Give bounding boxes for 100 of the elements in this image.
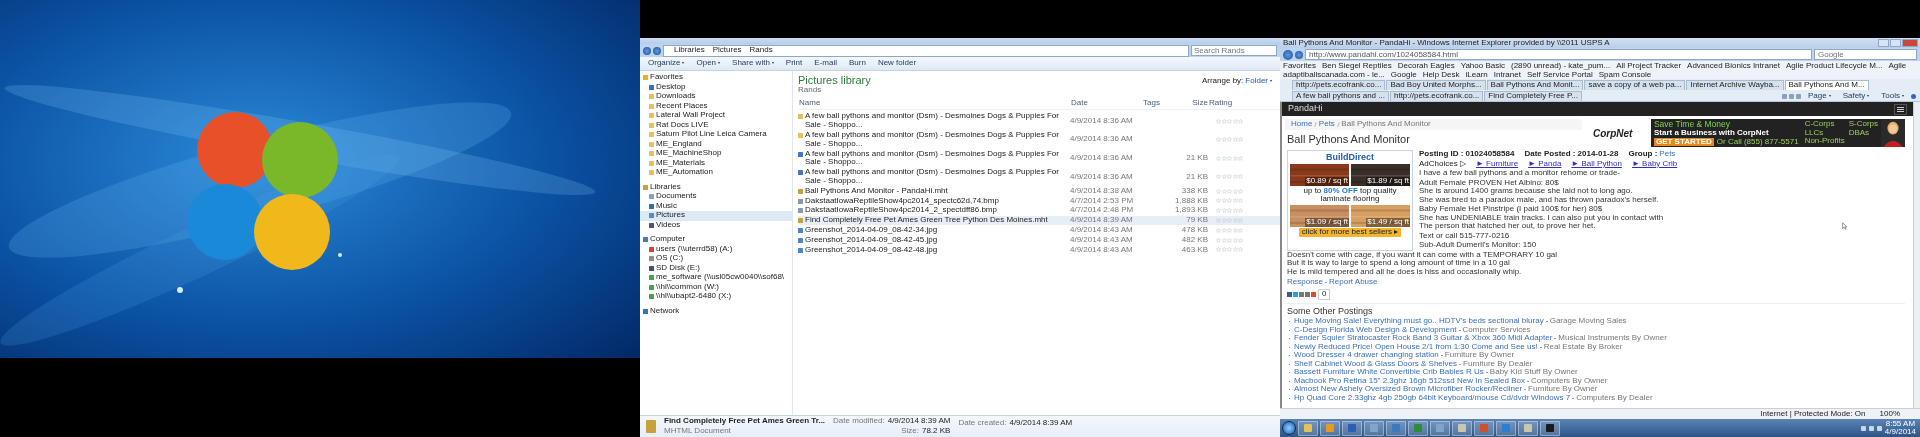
file-row[interactable]: DakstaatIowaReptileShow4pc2014_spectc62d,74.bmp 4/7/2014 2:53 PM 1,888 KB [798,196,1280,206]
ad-panel[interactable]: BuildDirect $0.89 / sq ft $1.89 / sq ft up to 80% OFF top quality laminate flooring $1.09 / sq ft $1.49 / sq ft click for more best sellers ▸ [1287,150,1413,251]
favorite-link[interactable]: All Project Tracker [1616,61,1682,70]
scrollbar[interactable] [1913,102,1920,408]
posting-link[interactable]: Hp Quad Core 2.33ghz 4gb 250gb 64bit Keyboard/mouse Cd/dvdr Windows 7 [1294,393,1571,403]
ad-button[interactable]: click for more best sellers ▸ [1298,227,1402,237]
favorite-link[interactable]: Yahoo Basic [1460,61,1505,70]
nav-item[interactable]: Pictures [640,211,792,221]
browser-tab[interactable]: http://pets.ecofrank.co... [1292,80,1386,90]
command-button[interactable]: Page [1802,91,1836,101]
forward-button[interactable] [653,46,661,55]
nav-item[interactable]: me_software (\\usl05cw0040\\sof68\ [640,273,792,283]
browser-tab[interactable]: Find Completely Free P... [1484,91,1582,101]
column-header[interactable]: Name [798,99,1070,108]
favorite-link[interactable]: Agile Product Lifecycle M... [1786,61,1883,70]
address-bar[interactable]: Libraries Pictures Rands [663,44,1189,57]
favorite-link[interactable]: (2890 unread) - kate_pum... [1511,61,1611,70]
nav-item[interactable]: Documents [640,192,792,202]
nav-item[interactable]: Videos [640,220,792,230]
favorite-link[interactable]: Favorites [1283,61,1316,70]
nav-item[interactable]: ME_Automation [640,168,792,178]
address-field[interactable]: http://www.pandahi.com/1024058584.html [1305,49,1812,60]
minimize-button[interactable] [1878,39,1889,47]
response-link[interactable]: Response [1287,278,1324,287]
file-row[interactable]: Greenshot_2014-04-09_08-42-48.jpg 4/9/2014 8:43 AM 463 KB [798,245,1280,255]
posting-link[interactable]: Shelf Cabinet Wood & Glass Doors & Shelves [1294,359,1458,369]
toolbar-button[interactable]: Organize [643,59,690,68]
favorite-link[interactable]: Intranet [1493,70,1521,79]
report-link[interactable]: Report Abuse [1329,278,1378,287]
favorite-link[interactable]: Ben Siegel Reptiles [1321,61,1392,70]
clock[interactable]: 8:55 AM 4/9/2014 [1884,419,1916,437]
browser-tab[interactable]: Bad Boy United Morphs... [1386,80,1486,90]
ad-link[interactable]: ► Baby Crib [1631,159,1678,169]
nav-item[interactable]: Recent Places [640,101,792,111]
posting-link[interactable]: Macbook Pro Retina 15" 2.3ghz 16gb 512ssd New In Sealed Box [1294,376,1525,386]
search-field[interactable]: Search Rands [1191,45,1277,56]
favorite-link[interactable]: Advanced Bionics Intranet [1687,61,1780,70]
posting-link[interactable]: C-Design Florida Web Design & Development [1294,325,1457,335]
group-link[interactable]: Pets [1659,150,1676,159]
nav-item[interactable]: \\hl\\common (W:) [640,282,792,292]
nav-item[interactable]: ME_MachineShop [640,149,792,159]
favorite-link[interactable]: Help Desk [1422,70,1460,79]
toolbar-button[interactable]: Print [780,59,808,68]
nav-group[interactable]: Libraries [640,182,792,192]
nav-item[interactable]: Desktop [640,82,792,92]
favorite-link[interactable]: Agile [1888,61,1907,70]
file-row[interactable]: A few ball pythons and monitor (Dsm) - Desmoines Dogs & Puppies For Sale - Shoppo... 4/9/2014 8:36 AM 21 KB [798,167,1280,187]
browser-tab[interactable]: Internet Archive Wayba... [1686,80,1784,90]
nav-item[interactable]: ME_Materials [640,158,792,168]
ad-link[interactable]: ► Ball Python [1571,159,1622,169]
file-row[interactable]: Ball Pythons And Monitor - PandaHi.mht 4/9/2014 8:38 AM 338 KB [798,186,1280,197]
file-row[interactable]: A few ball pythons and monitor (Dsm) - Desmoines Dogs & Puppies For Sale - Shoppo... 4/9/2014 8:36 AM 21 KB [798,149,1280,168]
breadcrumb-link[interactable]: Home [1291,120,1313,129]
favorite-link[interactable]: Spam Console [1598,70,1652,79]
file-row[interactable]: A few ball pythons and monitor (Dsm) - Desmoines Dogs & Puppies For Sale - Shoppo... 4/9/2014 8:36 AM [798,130,1280,150]
posting-link[interactable]: Wood Dresser 4 drawer changing station [1294,351,1439,361]
posting-link[interactable]: Bassett Furniture White Convertible Crib Babies R Us [1294,368,1484,378]
zoom-level[interactable]: 100% [1879,409,1900,419]
file-row[interactable]: Greenshot_2014-04-09_08-42-45.jpg 4/9/2014 8:43 AM 482 KB [798,235,1280,246]
favorite-link[interactable]: Google [1390,70,1417,79]
forward-button[interactable] [1295,50,1303,59]
toolbar-button[interactable]: Burn [843,59,871,68]
browser-tab[interactable]: save a copy of a web pa... [1584,80,1686,90]
start-button[interactable] [1282,421,1296,435]
back-button[interactable] [643,46,651,55]
site-logo[interactable]: PandaHi [1288,104,1323,114]
column-header[interactable]: Tags [1142,99,1166,108]
toolbar-button[interactable]: E-mail [809,59,842,68]
favorite-link[interactable]: Self Service Portal [1526,70,1593,79]
nav-group[interactable]: Favorites [640,73,792,83]
nav-item[interactable]: Lateral Wall Project [640,111,792,121]
nav-group[interactable]: Computer [640,235,792,245]
browser-tab[interactable]: http://pets.ecofrank.co... [1389,91,1484,101]
back-button[interactable] [1283,49,1293,60]
nav-item[interactable]: Downloads [640,92,792,102]
browser-tab[interactable]: Ball Pythons And Monit... [1486,80,1584,90]
nav-item[interactable]: Music [640,201,792,211]
menu-icon[interactable] [1894,103,1907,115]
browser-tab[interactable]: Ball Pythons And M... [1784,80,1869,90]
nav-item[interactable]: OS (C:) [640,254,792,264]
nav-group[interactable]: Network [640,306,792,316]
posting-link[interactable]: Fender Squier Stratocaster Rock Band 3 Guitar & Xbox 360 Midi Adapter [1294,334,1553,344]
toolbar-button[interactable]: New folder [872,59,922,68]
browser-tab[interactable]: A few ball pythons and ... [1292,91,1389,101]
arrange-dropdown[interactable]: Folder [1245,77,1272,86]
posting-link[interactable]: Huge Moving Sale! Everything must go.. HDTV's beds sectional bluray [1294,317,1544,327]
ad-link[interactable]: ► Furniture [1475,159,1519,169]
file-row[interactable]: A few ball pythons and monitor (Dsm) - Desmoines Dogs & Puppies For Sale - Shoppo... 4/9/2014 8:36 AM [798,111,1280,131]
file-row[interactable]: Greenshot_2014-04-09_08-42-34.jpg 4/9/2014 8:43 AM 478 KB [798,225,1280,236]
nav-item[interactable]: users (\\uterrd58) (A:) [640,244,792,254]
favorite-link[interactable]: adaptiballscanada.com - le... [1283,70,1385,79]
column-header[interactable]: Rating [1208,99,1252,108]
file-row[interactable]: DakstaatIowaReptileShow4pc2014_2_spectdff86.bmp 4/7/2014 2:48 PM 1,893 KB [798,205,1280,216]
breadcrumb-link[interactable]: Pets [1318,120,1335,129]
ad-banner[interactable]: CorpNet Save Time & Money Start a Business with CorpNet GET STARTED Or Call (855) 877-5571 C-Corps S-Corps LLCs DBAs Non-Profits [1589,119,1905,147]
nav-item[interactable]: \\hl\\ubapt2-6480 (X:) [640,292,792,302]
nav-item[interactable]: Saturn Pilot Line Leica Camera [640,130,792,140]
ad-link[interactable]: ► Panda [1528,159,1562,169]
favorite-link[interactable]: Decorah Eagles [1397,61,1455,70]
close-button[interactable] [1902,39,1918,47]
